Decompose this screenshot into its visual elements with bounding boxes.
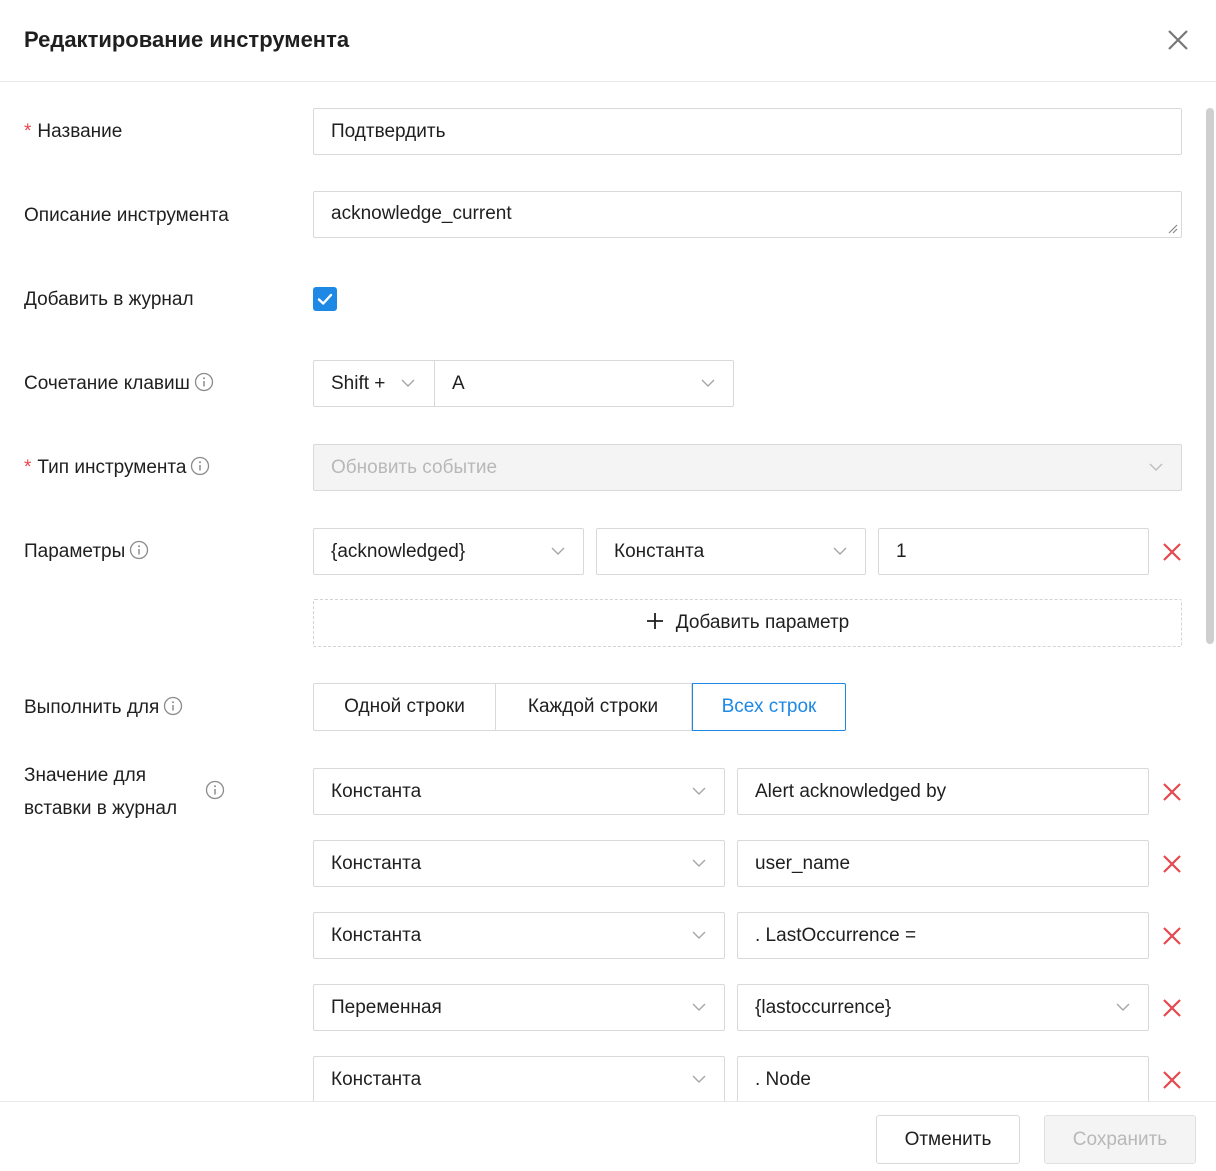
journal-value: {lastoccurrence} xyxy=(755,997,892,1018)
params-label-text: Параметры xyxy=(24,541,126,562)
execute-one-row-option[interactable]: Одной строки xyxy=(313,683,496,731)
tool-type-value: Обновить событие xyxy=(331,457,498,478)
hotkey-label: Сочетание клавиш xyxy=(24,367,214,400)
tool-type-select: Обновить событие xyxy=(313,444,1182,491)
cancel-button[interactable]: Отменить xyxy=(876,1115,1020,1164)
tool-type-label-text: Тип инструмента xyxy=(37,457,187,478)
dialog-body: * Название Подтвердить Описание инструмен… xyxy=(0,83,1216,1101)
journal-value-input[interactable]: user_name xyxy=(737,840,1149,887)
hotkey-modifier-value: Shift + xyxy=(331,373,386,394)
chevron-down-icon xyxy=(701,379,715,387)
info-icon[interactable] xyxy=(129,540,149,560)
param-kind-value: Константа xyxy=(614,541,705,562)
journal-value: Alert acknowledged by xyxy=(755,781,947,802)
chevron-down-icon xyxy=(692,1075,706,1083)
journal-value: . Node xyxy=(755,1069,811,1090)
hotkey-key-value: A xyxy=(452,373,465,394)
chevron-down-icon xyxy=(692,931,706,939)
info-icon[interactable] xyxy=(163,696,183,716)
save-button[interactable]: Сохранить xyxy=(1044,1115,1196,1164)
dialog-footer: Отменить Сохранить xyxy=(0,1101,1216,1171)
journal-values-label-line1: Значение для xyxy=(24,765,146,786)
check-icon xyxy=(317,293,333,305)
chevron-down-icon xyxy=(1116,1003,1130,1011)
journal-value: . LastOccurrence = xyxy=(755,925,917,946)
journal-kind-select[interactable]: Константа xyxy=(313,1056,725,1101)
param-value: 1 xyxy=(896,541,907,562)
journal-value: user_name xyxy=(755,853,851,874)
chevron-down-icon xyxy=(692,859,706,867)
dialog-title: Редактирование инструмента xyxy=(24,27,350,52)
chevron-down-icon xyxy=(833,547,847,555)
chevron-down-icon xyxy=(692,787,706,795)
name-value: Подтвердить xyxy=(331,121,446,142)
add-param-label: Добавить параметр xyxy=(675,612,850,633)
name-input[interactable]: Подтвердить xyxy=(313,108,1182,155)
required-mark: * xyxy=(24,121,32,142)
hotkey-key-select[interactable]: A xyxy=(435,361,733,406)
chevron-down-icon xyxy=(692,1003,706,1011)
description-value: acknowledge_current xyxy=(331,203,512,224)
description-textarea[interactable]: acknowledge_current xyxy=(313,191,1182,238)
execute-for-label-text: Выполнить для xyxy=(24,697,160,718)
journal-variable-select[interactable]: {lastoccurrence} xyxy=(737,984,1149,1031)
journal-label: Добавить в журнал xyxy=(24,289,194,310)
journal-value-input[interactable]: Alert acknowledged by xyxy=(737,768,1149,815)
journal-kind-value: Константа xyxy=(331,925,422,946)
journal-kind-value: Константа xyxy=(331,781,422,802)
info-icon[interactable] xyxy=(205,780,225,800)
close-icon[interactable] xyxy=(1162,24,1194,56)
journal-kind-value: Константа xyxy=(331,853,422,874)
scrollbar[interactable] xyxy=(1206,108,1214,644)
delete-journal-row-icon[interactable] xyxy=(1161,781,1183,803)
journal-value-input[interactable]: . LastOccurrence = xyxy=(737,912,1149,959)
param-field-select[interactable]: {acknowledged} xyxy=(313,528,584,575)
journal-kind-value: Переменная xyxy=(331,997,442,1018)
plus-icon xyxy=(646,613,663,629)
dialog-header: Редактирование инструмента xyxy=(0,0,1216,82)
name-label: * Название xyxy=(24,115,122,148)
param-field-value: {acknowledged} xyxy=(331,541,466,562)
resize-handle-icon[interactable] xyxy=(1166,222,1178,234)
delete-journal-row-icon[interactable] xyxy=(1161,1069,1183,1091)
hotkey-label-text: Сочетание клавиш xyxy=(24,373,190,394)
execute-each-row-option[interactable]: Каждой строки xyxy=(495,683,692,731)
delete-param-icon[interactable] xyxy=(1161,541,1183,563)
hotkey-modifier-select[interactable]: Shift + xyxy=(314,361,435,406)
journal-values-label-line2: вставки в журнал xyxy=(24,798,178,819)
chevron-down-icon xyxy=(401,379,415,387)
delete-journal-row-icon[interactable] xyxy=(1161,853,1183,875)
journal-kind-select[interactable]: Константа xyxy=(313,912,725,959)
chevron-down-icon xyxy=(551,547,565,555)
journal-value-input[interactable]: . Node xyxy=(737,1056,1149,1101)
info-icon[interactable] xyxy=(194,372,214,392)
tool-type-label: * Тип инструмента xyxy=(24,451,210,484)
param-kind-select[interactable]: Константа xyxy=(596,528,866,575)
name-label-text: Название xyxy=(37,121,123,142)
journal-checkbox[interactable] xyxy=(313,287,337,311)
info-icon[interactable] xyxy=(190,456,210,476)
required-mark: * xyxy=(24,457,32,478)
delete-journal-row-icon[interactable] xyxy=(1161,925,1183,947)
chevron-down-icon xyxy=(1149,463,1163,471)
execute-for-label: Выполнить для xyxy=(24,691,183,724)
hotkey-selector: Shift + A xyxy=(313,360,734,407)
execute-all-rows-option[interactable]: Всех строк xyxy=(692,683,846,731)
params-label: Параметры xyxy=(24,535,149,568)
journal-kind-select[interactable]: Константа xyxy=(313,840,725,887)
journal-values-label: Значение для вставки в журнал xyxy=(24,759,177,825)
delete-journal-row-icon[interactable] xyxy=(1161,997,1183,1019)
param-value-input[interactable]: 1 xyxy=(878,528,1149,575)
journal-kind-select[interactable]: Константа xyxy=(313,768,725,815)
add-param-button[interactable]: Добавить параметр xyxy=(313,599,1182,647)
journal-kind-value: Константа xyxy=(331,1069,422,1090)
description-label: Описание инструмента xyxy=(24,205,229,226)
form-content: * Название Подтвердить Описание инструмен… xyxy=(0,83,1216,1101)
journal-kind-select[interactable]: Переменная xyxy=(313,984,725,1031)
